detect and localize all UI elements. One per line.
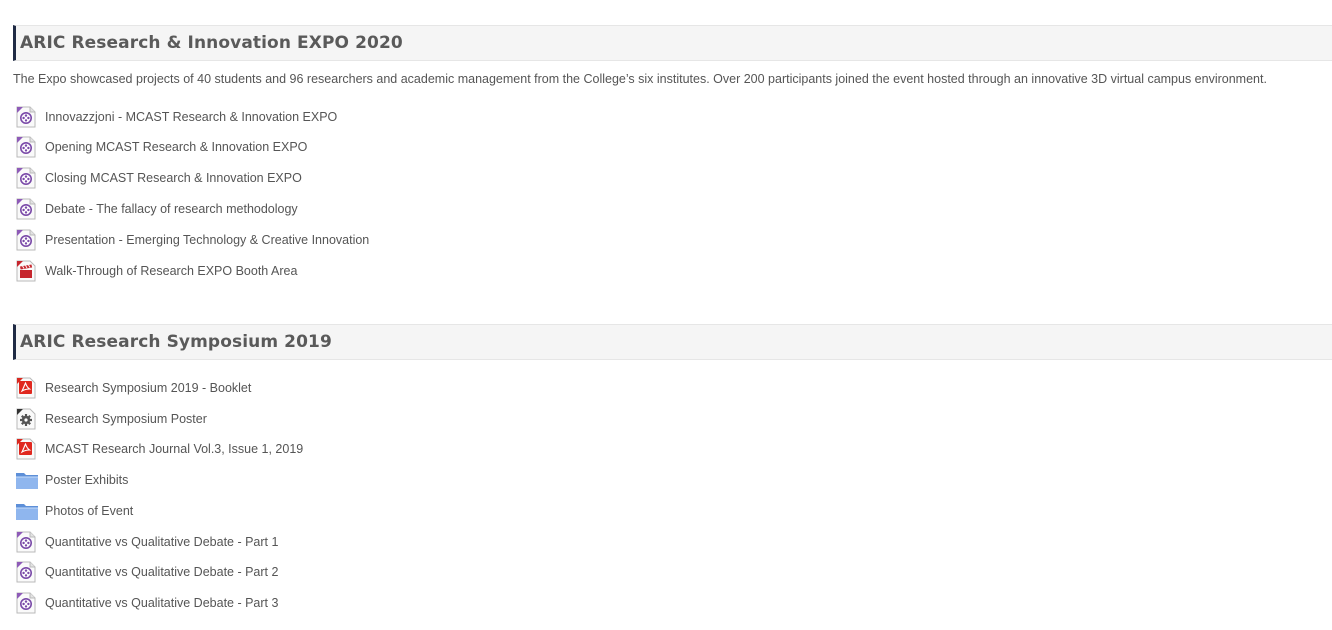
section-header: ARIC Research Symposium 2019 [13,324,1332,360]
video-file-icon [15,561,37,583]
activity-item[interactable]: Presentation - Emerging Technology & Cre… [15,228,369,252]
activity-item[interactable]: Quantitative vs Qualitative Debate - Par… [15,591,278,615]
pdf-file-icon [15,438,37,460]
activity-link[interactable]: Closing MCAST Research & Innovation EXPO [45,171,302,185]
pdf-file-icon [15,377,37,399]
activity-link[interactable]: Debate - The fallacy of research methodo… [45,202,298,216]
video-file-icon [15,198,37,220]
activity-item[interactable]: Poster Exhibits [15,468,128,492]
video-file-icon [15,592,37,614]
movie-clapper-icon [15,260,37,282]
activity-item[interactable]: Walk-Through of Research EXPO Booth Area [15,259,297,283]
folder-icon [15,500,38,522]
activity-item[interactable]: Opening MCAST Research & Innovation EXPO [15,135,307,159]
activity-link[interactable]: Presentation - Emerging Technology & Cre… [45,233,369,247]
activity-item[interactable]: MCAST Research Journal Vol.3, Issue 1, 2… [15,437,303,461]
video-file-icon [15,106,37,128]
activity-item[interactable]: Research Symposium 2019 - Booklet [15,376,251,400]
activity-link[interactable]: Walk-Through of Research EXPO Booth Area [45,264,297,278]
activity-item[interactable]: Innovazzjoni - MCAST Research & Innovati… [15,105,337,129]
activity-link[interactable]: Research Symposium 2019 - Booklet [45,381,251,395]
activity-item[interactable]: Debate - The fallacy of research methodo… [15,197,298,221]
section-header: ARIC Research & Innovation EXPO 2020 [13,25,1332,61]
activity-link[interactable]: Opening MCAST Research & Innovation EXPO [45,140,307,154]
video-file-icon [15,531,37,553]
video-file-icon [15,136,37,158]
activity-link[interactable]: Research Symposium Poster [45,412,207,426]
activity-link[interactable]: Photos of Event [45,504,133,518]
activity-item[interactable]: Quantitative vs Qualitative Debate - Par… [15,560,278,584]
section-title: ARIC Research & Innovation EXPO 2020 [20,33,403,53]
activity-link[interactable]: Innovazzjoni - MCAST Research & Innovati… [45,110,337,124]
video-file-icon [15,167,37,189]
activity-link[interactable]: MCAST Research Journal Vol.3, Issue 1, 2… [45,442,303,456]
folder-icon [15,469,38,491]
activity-link[interactable]: Quantitative vs Qualitative Debate - Par… [45,596,278,610]
activity-link[interactable]: Quantitative vs Qualitative Debate - Par… [45,535,278,549]
section-summary: The Expo showcased projects of 40 studen… [13,72,1267,86]
activity-item[interactable]: Photos of Event [15,499,133,523]
activity-item[interactable]: Closing MCAST Research & Innovation EXPO [15,166,302,190]
section-title: ARIC Research Symposium 2019 [20,332,332,352]
activity-link[interactable]: Quantitative vs Qualitative Debate - Par… [45,565,278,579]
activity-link[interactable]: Poster Exhibits [45,473,128,487]
gear-file-icon [15,408,37,430]
activity-item[interactable]: Research Symposium Poster [15,407,207,431]
video-file-icon [15,229,37,251]
activity-item[interactable]: Quantitative vs Qualitative Debate - Par… [15,530,278,554]
